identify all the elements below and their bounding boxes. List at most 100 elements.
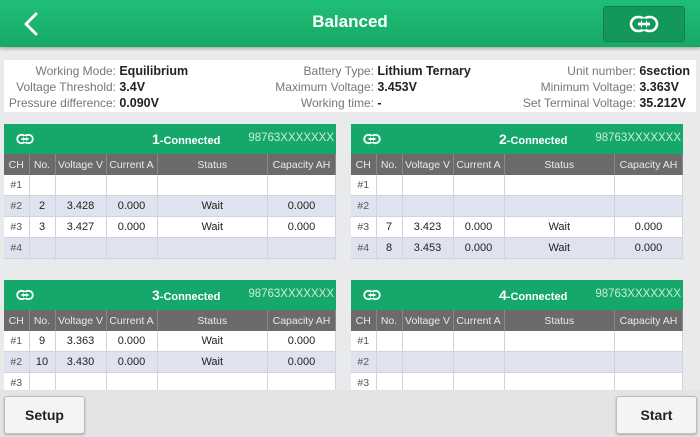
column-header: Capacity AH [614,310,683,331]
column-header: CH [4,154,30,175]
pressure-difference-label: Pressure difference: [8,96,116,110]
status-cell [504,351,615,373]
channel-table: CH No. Voltage V Current A Status Capacity AH… [4,310,336,390]
status-cell: Wait [504,216,615,238]
capacity-cell [614,351,683,373]
pressure-difference-value: 0.090V [119,96,159,110]
maximum-voltage-label: Maximum Voltage: [275,80,374,94]
table-row[interactable]: #2 2 3.428 0.000 Wait 0.000 [4,195,336,217]
column-header: Current A [453,154,505,175]
capacity-cell [614,195,683,217]
number-cell [29,372,56,390]
column-header: CH [4,310,30,331]
current-cell: 0.000 [453,237,505,259]
current-cell: 0.000 [106,195,158,217]
working-mode-value: Equilibrium [119,64,189,78]
number-cell: 3 [29,216,56,238]
minimum-voltage-value: 3.363V [639,80,679,94]
status-cell [157,237,268,259]
column-header: Status [504,154,615,175]
table-row[interactable]: #2 [351,195,683,217]
panel-title: 2-Connected [499,131,567,147]
table-row[interactable]: #2 10 3.430 0.000 Wait 0.000 [4,351,336,373]
panel-connection-status: -Connected [159,291,221,303]
panel-serial: 98763XXXXXXX [595,132,681,144]
channel-panel-4: 4-Connected 98763XXXXXXX CH No. Voltage V Cur… [351,280,683,390]
voltage-threshold-value: 3.4V [119,80,146,94]
table-row[interactable]: #3 3 3.427 0.000 Wait 0.000 [4,216,336,238]
setup-button[interactable]: Setup [4,396,85,434]
column-header: Capacity AH [267,310,336,331]
unit-number-value: 6section [639,64,691,78]
link-icon [16,289,34,301]
page-title: Balanced [312,12,388,31]
voltage-threshold-label: Voltage Threshold: [16,80,116,94]
channel-cell: #2 [351,351,377,373]
battery-type-value: Lithium Ternary [377,64,471,78]
panel-number: 2 [499,131,507,147]
table-row[interactable]: #4 [4,237,336,259]
number-cell: 7 [376,216,403,238]
column-header: Status [157,154,268,175]
status-cell: Wait [157,351,268,373]
battery-type-label: Battery Type: [303,64,374,78]
channel-panel-2: 2-Connected 98763XXXXXXX CH No. Voltage V Cur… [351,124,683,259]
bottom-bar [0,390,700,437]
table-row[interactable]: #3 7 3.423 0.000 Wait 0.000 [351,216,683,238]
table-row[interactable]: #1 [351,175,683,196]
table-header-row: CH No. Voltage V Current A Status Capacity AH [351,310,683,331]
panel-serial: 98763XXXXXXX [248,288,334,300]
panel-number: 1 [152,131,160,147]
start-button[interactable]: Start [616,396,697,434]
table-header-row: CH No. Voltage V Current A Status Capacity AH [351,154,683,175]
table-row[interactable]: #2 [351,351,683,373]
channel-cell: #1 [4,331,30,352]
panel-connection-status: -Connected [506,135,568,147]
link-button[interactable] [603,6,685,42]
working-time-value: - [377,96,382,110]
set-terminal-voltage-value: 35.212V [639,96,686,110]
current-cell [453,331,505,352]
voltage-cell [402,175,454,196]
table-row[interactable]: #3 [4,372,336,390]
capacity-cell: 0.000 [267,216,336,238]
voltage-cell [402,372,454,390]
status-cell: Wait [157,331,268,352]
link-icon [16,133,34,145]
table-row[interactable]: #1 [351,331,683,352]
panel-link-button[interactable] [363,132,381,150]
column-header: Voltage V [402,154,454,175]
panel-link-button[interactable] [16,288,34,306]
current-cell [106,372,158,390]
capacity-cell [614,175,683,196]
column-header: Current A [106,154,158,175]
current-cell: 0.000 [106,216,158,238]
table-row[interactable]: #3 [351,372,683,390]
voltage-cell: 3.430 [55,351,107,373]
channel-cell: #4 [4,237,30,259]
channel-panel-1: 1-Connected 98763XXXXXXX CH No. Voltage V Cur… [4,124,336,259]
channel-panel-3: 3-Connected 98763XXXXXXX CH No. Voltage V Cur… [4,280,336,390]
status-cell: Wait [504,237,615,259]
table-row[interactable]: #1 9 3.363 0.000 Wait 0.000 [4,331,336,352]
voltage-cell: 3.427 [55,216,107,238]
number-cell [29,237,56,259]
current-cell [453,351,505,373]
maximum-voltage-value: 3.453V [377,80,417,94]
column-header: Status [157,310,268,331]
table-row[interactable]: #1 [4,175,336,196]
panel-link-button[interactable] [16,132,34,150]
current-cell [106,175,158,196]
panel-serial: 98763XXXXXXX [248,132,334,144]
panel-link-button[interactable] [363,288,381,306]
panel-number: 3 [152,287,160,303]
number-cell: 8 [376,237,403,259]
voltage-cell: 3.428 [55,195,107,217]
column-header: Voltage V [55,310,107,331]
capacity-cell [614,372,683,390]
current-cell [453,195,505,217]
channel-cell: #1 [4,175,30,196]
column-header: Current A [453,310,505,331]
table-row[interactable]: #4 8 3.453 0.000 Wait 0.000 [351,237,683,259]
number-cell [376,372,403,390]
